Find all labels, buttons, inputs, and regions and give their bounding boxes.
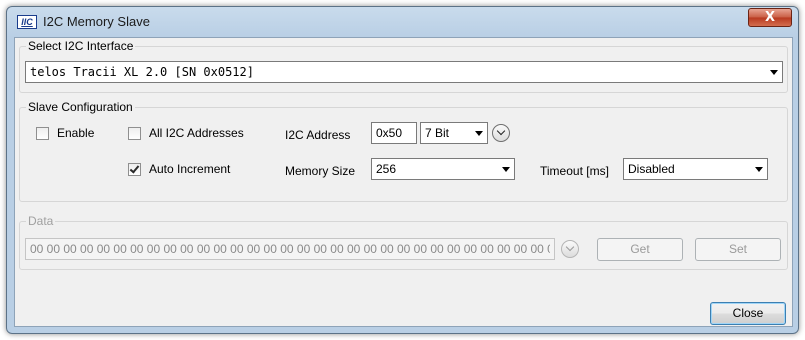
title-bar[interactable]: IIC I2C Memory Slave X — [7, 7, 798, 37]
enable-checkbox[interactable]: Enable — [36, 126, 94, 140]
enable-label: Enable — [57, 126, 95, 140]
set-button[interactable]: Set — [695, 238, 781, 261]
all-addresses-checkbox[interactable]: All I2C Addresses — [128, 126, 244, 140]
memory-size-value: 256 — [376, 162, 397, 176]
address-input-field[interactable] — [372, 123, 416, 143]
window-close-button[interactable]: X — [748, 8, 792, 27]
address-mode-value: 7 Bit — [425, 126, 450, 140]
enable-checkbox-box[interactable] — [36, 126, 49, 140]
auto-increment-label: Auto Increment — [149, 162, 231, 176]
checkmark-icon — [129, 162, 140, 174]
data-expand-button[interactable] — [561, 240, 579, 258]
dialog-window: IIC I2C Memory Slave X Select I2C Interf… — [6, 6, 799, 334]
interface-select[interactable]: telos Tracii XL 2.0 [SN 0x0512] — [25, 61, 783, 83]
chevron-down-icon — [496, 126, 506, 136]
close-button[interactable]: Close — [710, 302, 786, 325]
data-input[interactable] — [25, 238, 555, 260]
memory-size-label: Memory Size — [285, 164, 356, 178]
chevron-down-icon — [475, 131, 483, 136]
timeout-label: Timeout [ms] — [540, 164, 609, 178]
timeout-select[interactable]: Disabled — [623, 158, 768, 180]
chevron-down-icon — [755, 167, 763, 172]
dialog-body: Select I2C Interface telos Tracii XL 2.0… — [14, 37, 793, 327]
interface-selected-value: telos Tracii XL 2.0 [SN 0x0512] — [30, 65, 254, 79]
address-label: I2C Address — [285, 128, 351, 142]
interface-legend: Select I2C Interface — [26, 39, 136, 53]
chevron-down-icon — [502, 167, 510, 172]
all-addresses-label: All I2C Addresses — [149, 126, 244, 140]
slave-config-legend: Slave Configuration — [26, 100, 135, 114]
timeout-value: Disabled — [628, 162, 675, 176]
interface-group: Select I2C Interface telos Tracii XL 2.0… — [19, 39, 788, 93]
address-expand-button[interactable] — [492, 124, 510, 142]
auto-increment-checkbox[interactable]: Auto Increment — [128, 162, 230, 176]
auto-increment-checkbox-box[interactable] — [128, 162, 141, 176]
app-icon: IIC — [17, 15, 37, 29]
all-addresses-checkbox-box[interactable] — [128, 126, 141, 140]
address-input[interactable] — [371, 122, 417, 144]
data-input-field[interactable] — [26, 239, 554, 259]
address-mode-select[interactable]: 7 Bit — [420, 122, 488, 144]
window-title: I2C Memory Slave — [43, 14, 150, 29]
memory-size-select[interactable]: 256 — [371, 158, 515, 180]
data-legend: Data — [26, 214, 56, 228]
chevron-down-icon — [770, 70, 778, 75]
chevron-down-icon — [565, 242, 575, 252]
get-button[interactable]: Get — [597, 238, 683, 261]
slave-config-group: Slave Configuration Enable All I2C Addre… — [19, 100, 788, 202]
data-group: Data Get Set — [19, 214, 788, 270]
